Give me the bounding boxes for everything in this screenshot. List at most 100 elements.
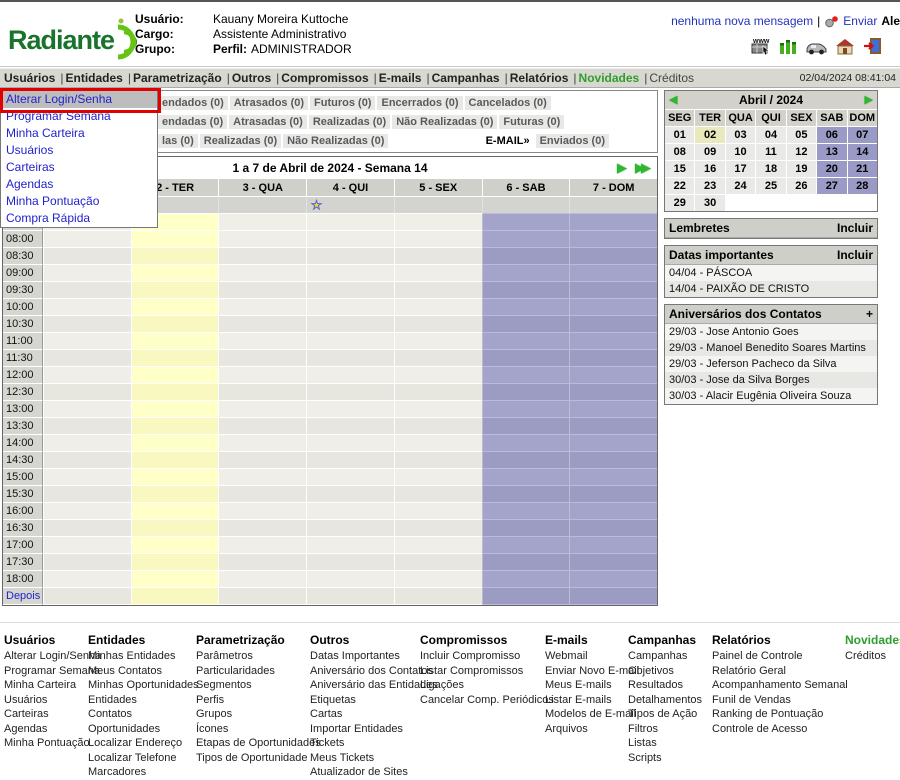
agenda-cell[interactable] (569, 469, 657, 486)
agenda-time-label[interactable]: Depois (3, 588, 43, 605)
agenda-cell[interactable] (306, 537, 394, 554)
agenda-cell[interactable] (306, 486, 394, 503)
agenda-cell[interactable] (482, 554, 570, 571)
agenda-cell[interactable] (131, 554, 219, 571)
agenda-cell[interactable] (569, 333, 657, 350)
footer-column-title[interactable]: E-mails (545, 633, 624, 648)
dropdown-item[interactable]: Carteiras (1, 159, 157, 176)
agenda-cell[interactable] (569, 282, 657, 299)
agenda-cell[interactable] (394, 282, 482, 299)
agenda-cell[interactable] (218, 469, 306, 486)
dropdown-item[interactable]: Minha Pontuação (1, 193, 157, 210)
footer-column-title[interactable]: Entidades (88, 633, 192, 648)
agenda-cell[interactable] (218, 248, 306, 265)
agenda-cell[interactable] (482, 418, 570, 435)
agenda-cell[interactable] (394, 231, 482, 248)
footer-link[interactable]: Modelos de E-mail (545, 707, 624, 722)
footer-link[interactable]: Meus Tickets (310, 751, 416, 766)
agenda-cell[interactable] (43, 486, 131, 503)
footer-link[interactable]: Meus Contatos (88, 664, 192, 679)
footer-link[interactable]: Segmentos (196, 678, 306, 693)
agenda-cell[interactable] (131, 486, 219, 503)
agenda-cell[interactable] (131, 282, 219, 299)
calendar-date[interactable]: 10 (725, 143, 755, 160)
footer-link[interactable]: Minhas Oportunidades (88, 678, 192, 693)
agenda-cell[interactable] (306, 503, 394, 520)
agenda-cell[interactable] (43, 588, 131, 605)
footer-link[interactable]: Detalhamentos (628, 693, 708, 708)
agenda-cell[interactable] (131, 469, 219, 486)
footer-column-title[interactable]: Outros (310, 633, 416, 648)
calendar-date[interactable]: 16 (694, 160, 724, 177)
jump-week-icon[interactable]: ▶▶ (635, 157, 651, 179)
agenda-cell[interactable] (569, 571, 657, 588)
footer-link[interactable]: Listar E-mails (545, 693, 624, 708)
calendar-date[interactable]: 24 (725, 177, 755, 194)
agenda-cell[interactable] (43, 316, 131, 333)
calendar-date[interactable]: 15 (665, 160, 694, 177)
agenda-cell[interactable] (306, 316, 394, 333)
agenda-cell[interactable] (394, 333, 482, 350)
panel-action-button[interactable]: Incluir (837, 248, 873, 262)
footer-link[interactable]: Oportunidades (88, 722, 192, 737)
agenda-cell[interactable] (131, 571, 219, 588)
agenda-cell[interactable] (482, 469, 570, 486)
dropdown-item[interactable]: Usuários (1, 142, 157, 159)
send-link[interactable]: Enviar (843, 14, 877, 28)
footer-link[interactable]: Aniversário dos Contatos (310, 664, 416, 679)
agenda-cell[interactable] (43, 350, 131, 367)
agenda-day-header[interactable]: 5 - SEX (394, 179, 482, 197)
footer-link[interactable]: Alterar Login/Senha (4, 649, 84, 664)
agenda-cell[interactable] (482, 265, 570, 282)
agenda-cell[interactable] (218, 520, 306, 537)
footer-link[interactable]: Perfis (196, 693, 306, 708)
agenda-cell[interactable] (394, 435, 482, 452)
agenda-day-header[interactable]: 3 - QUA (218, 179, 306, 197)
agenda-cell[interactable] (482, 452, 570, 469)
agenda-cell[interactable] (482, 384, 570, 401)
agenda-cell[interactable] (569, 265, 657, 282)
menu-item[interactable]: Compromissos (281, 71, 368, 85)
agenda-cell[interactable] (482, 486, 570, 503)
agenda-cell[interactable] (394, 452, 482, 469)
calendar-date[interactable]: 23 (694, 177, 724, 194)
agenda-cell[interactable] (131, 299, 219, 316)
agenda-cell[interactable] (394, 214, 482, 231)
agenda-cell[interactable] (306, 554, 394, 571)
agenda-cell[interactable] (482, 214, 570, 231)
website-icon[interactable]: www (750, 36, 771, 55)
agenda-cell[interactable] (394, 248, 482, 265)
agenda-cell[interactable] (394, 418, 482, 435)
agenda-cell[interactable] (131, 520, 219, 537)
panel-item[interactable]: 04/04 - PÁSCOA (665, 265, 877, 281)
calendar-date[interactable]: 11 (755, 143, 785, 160)
calendar-date[interactable]: 07 (847, 126, 877, 143)
dropdown-item[interactable]: Compra Rápida (1, 210, 157, 227)
agenda-cell[interactable] (218, 503, 306, 520)
agenda-cell[interactable] (482, 367, 570, 384)
agenda-cell[interactable] (43, 401, 131, 418)
status-count[interactable]: Não Realizadas (0) (283, 134, 388, 148)
agenda-cell[interactable] (218, 435, 306, 452)
agenda-cell[interactable] (306, 401, 394, 418)
agenda-cell[interactable] (218, 384, 306, 401)
footer-column-title[interactable]: Usuários (4, 633, 84, 648)
calendar-date[interactable]: 28 (847, 177, 877, 194)
calendar-date[interactable]: 01 (665, 126, 694, 143)
dropdown-item[interactable]: Agendas (1, 176, 157, 193)
footer-link[interactable]: Ícones (196, 722, 306, 737)
menu-item[interactable]: Entidades (65, 71, 122, 85)
dropdown-item[interactable]: Minha Carteira (1, 125, 157, 142)
agenda-cell[interactable] (131, 367, 219, 384)
footer-link[interactable]: Objetivos (628, 664, 708, 679)
agenda-cell[interactable] (306, 299, 394, 316)
agenda-cell[interactable] (43, 367, 131, 384)
calendar-date[interactable]: 26 (786, 177, 816, 194)
agenda-cell[interactable] (482, 248, 570, 265)
footer-link[interactable]: Aniversário das Entidades (310, 678, 416, 693)
agenda-cell[interactable] (43, 333, 131, 350)
agenda-cell[interactable] (394, 401, 482, 418)
status-count[interactable]: Cancelados (0) (465, 96, 551, 110)
footer-link[interactable]: Arquivos (545, 722, 624, 737)
send-message-icon[interactable] (824, 15, 839, 28)
